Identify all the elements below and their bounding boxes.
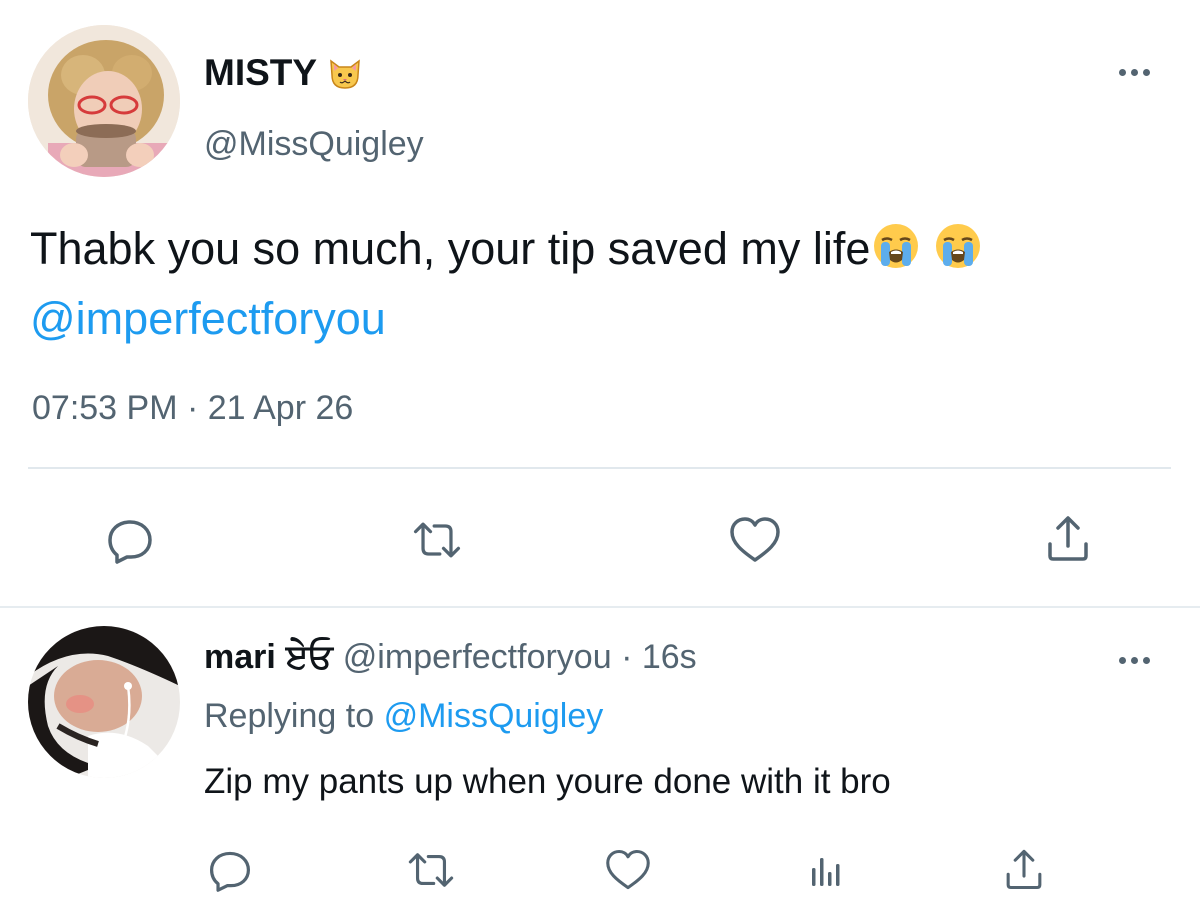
tweet-text-body: Thabk you so much, your tip saved my lif… — [30, 223, 871, 274]
like-icon[interactable] — [601, 843, 655, 897]
section-separator — [0, 606, 1200, 608]
like-icon[interactable] — [728, 513, 782, 567]
replying-prefix: Replying to — [204, 697, 375, 735]
display-name-row: MISTY — [204, 52, 363, 94]
reply-header: mari ਏਓ @imperfectforyou · 16s — [204, 638, 697, 677]
divider — [28, 467, 1171, 469]
replying-to: Replying to @MissQuigley — [204, 697, 603, 736]
reply-icon[interactable] — [203, 843, 257, 897]
avatar[interactable] — [28, 25, 180, 177]
handle[interactable]: @MissQuigley — [204, 125, 424, 164]
display-name[interactable]: MISTY — [204, 52, 317, 94]
analytics-icon[interactable] — [799, 843, 853, 897]
handle-time[interactable]: @imperfectforyou · 16s — [343, 638, 697, 677]
more-options-icon[interactable] — [1119, 69, 1150, 76]
avatar[interactable] — [28, 626, 180, 778]
display-name[interactable]: mari — [204, 638, 276, 677]
name-suffix: ਏਓ — [285, 638, 333, 676]
retweet-icon[interactable] — [404, 843, 458, 897]
tweet-text: Thabk you so much, your tip saved my lif… — [30, 218, 982, 286]
reply-text: Zip my pants up when youre done with it … — [204, 762, 891, 801]
replying-handle-link[interactable]: @MissQuigley — [384, 697, 604, 735]
timestamp[interactable]: 07:53 PM · 21 Apr 26 — [32, 389, 353, 428]
retweet-icon[interactable] — [410, 513, 464, 567]
mention-link[interactable]: @imperfectforyou — [30, 288, 386, 350]
more-options-icon[interactable] — [1119, 657, 1150, 664]
cat-face-icon — [327, 55, 363, 91]
share-icon[interactable] — [997, 842, 1051, 896]
reply-icon[interactable] — [103, 513, 157, 567]
share-icon[interactable] — [1041, 511, 1095, 565]
loudly-crying-face-icon — [872, 222, 920, 286]
loudly-crying-face-icon — [934, 222, 982, 286]
